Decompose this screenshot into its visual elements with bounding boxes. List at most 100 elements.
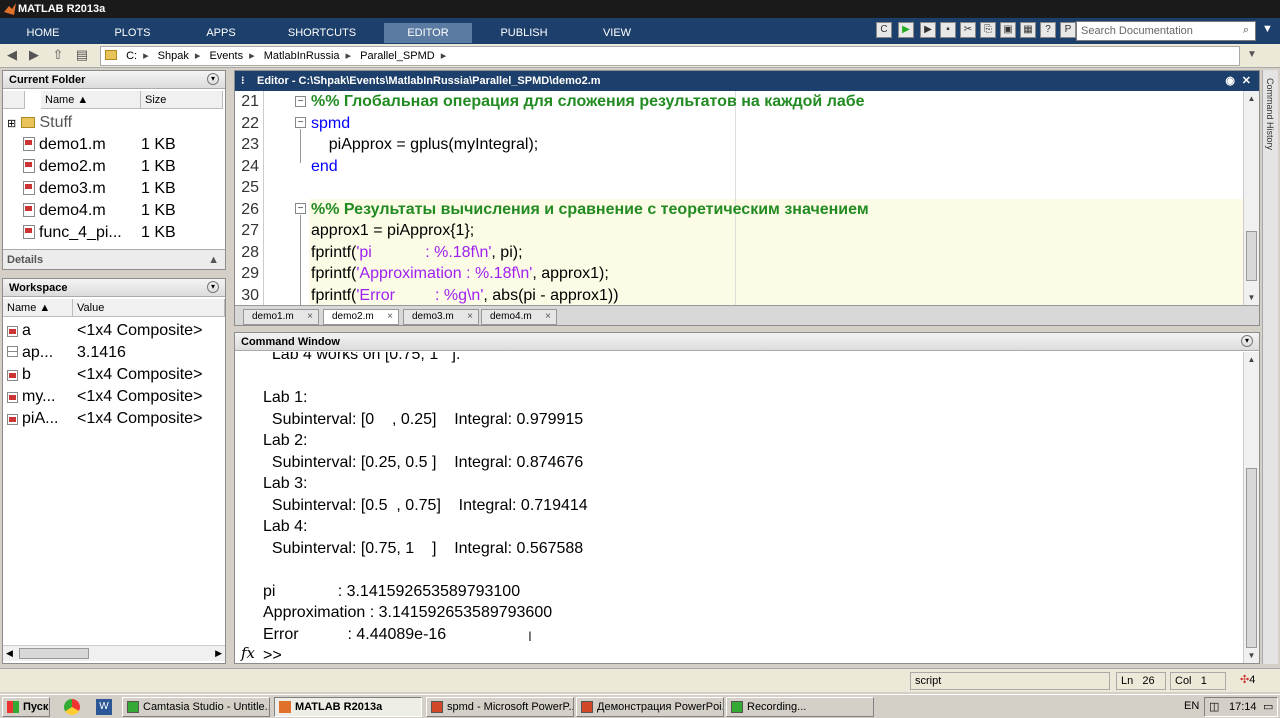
tab-view[interactable]: VIEW xyxy=(576,23,658,43)
command-prompt[interactable]: >> xyxy=(263,645,282,663)
path-seg-parallel[interactable]: Parallel_SPMD xyxy=(360,50,435,62)
paste-icon[interactable]: ▣ xyxy=(1000,22,1016,38)
cut-icon[interactable]: ✂ xyxy=(960,22,976,38)
network-icon[interactable]: ◫ xyxy=(1209,700,1219,713)
close-icon[interactable]: × xyxy=(545,310,551,324)
layout-icon[interactable]: ▦ xyxy=(1020,22,1036,38)
scroll-thumb[interactable] xyxy=(19,648,89,659)
show-desktop-icon[interactable]: ▭ xyxy=(1263,700,1273,713)
language-indicator[interactable]: EN xyxy=(1184,700,1199,712)
chrome-icon[interactable] xyxy=(64,699,80,715)
editor-title-bar: ⁝ Editor - C:\Shpak\Events\MatlabInRussi… xyxy=(235,71,1259,91)
close-icon[interactable]: × xyxy=(307,310,313,324)
run-section-icon[interactable]: ▶ xyxy=(920,22,936,38)
fx-icon[interactable]: fx xyxy=(241,644,255,662)
horizontal-scrollbar[interactable]: ◀ ▶ xyxy=(3,645,225,661)
table-row[interactable]: piA... <1x4 Composite> xyxy=(7,408,202,430)
col-value-header[interactable]: Value xyxy=(73,299,225,317)
list-item[interactable]: demo1.m 1 KB xyxy=(7,134,176,156)
code-line-29: fprintf('Approximation : %.18f\n', appro… xyxy=(311,263,609,285)
copy-icon[interactable]: ⎘ xyxy=(980,22,996,38)
save-icon[interactable]: ▪ xyxy=(940,22,956,38)
taskbar-camtasia[interactable]: Camtasia Studio - Untitle... xyxy=(122,697,270,717)
scroll-down-icon[interactable]: ▼ xyxy=(1246,292,1257,303)
close-icon[interactable]: × xyxy=(467,310,473,324)
close-icon[interactable]: × xyxy=(387,310,393,324)
scroll-thumb[interactable] xyxy=(1246,468,1257,648)
table-row[interactable]: b <1x4 Composite> xyxy=(7,364,202,386)
details-bar[interactable]: Details ▲ xyxy=(3,249,225,269)
code-string: 'Error : %g\n' xyxy=(356,286,484,304)
command-history-strip[interactable]: Command History xyxy=(1262,70,1278,664)
panel-actions-icon[interactable]: ▾ xyxy=(1241,335,1253,347)
list-item[interactable]: demo3.m 1 KB xyxy=(7,178,176,200)
table-row[interactable]: a <1x4 Composite> xyxy=(7,320,202,342)
chevron-up-icon[interactable]: ▲ xyxy=(208,250,219,270)
scroll-up-icon[interactable]: ▲ xyxy=(1246,354,1257,365)
browse-folder-icon[interactable]: ▤ xyxy=(74,47,90,63)
clock[interactable]: 17:14 xyxy=(1229,701,1257,713)
table-row[interactable]: my... <1x4 Composite> xyxy=(7,386,202,408)
panel-actions-icon[interactable]: ▾ xyxy=(207,73,219,85)
start-button[interactable]: Пуск xyxy=(2,697,50,717)
tab-home[interactable]: HOME xyxy=(8,23,78,43)
table-row[interactable]: ap... 3.1416 xyxy=(7,342,126,364)
search-icon[interactable]: ⌕ xyxy=(1243,24,1249,37)
word-icon[interactable]: W xyxy=(96,699,112,715)
path-seg-matlabinrussia[interactable]: MatlabInRussia xyxy=(264,50,340,62)
status-indicator-icon: ✣4 xyxy=(1240,674,1256,686)
col-icon xyxy=(3,91,25,109)
tab-editor[interactable]: EDITOR xyxy=(384,23,472,43)
command-scrollbar[interactable]: ▲ ▼ xyxy=(1243,352,1259,663)
scroll-right-icon[interactable]: ▶ xyxy=(215,648,222,659)
tab-demo4[interactable]: demo4.m × xyxy=(481,309,557,325)
path-seg-drive[interactable]: C: xyxy=(126,50,137,62)
list-item[interactable]: demo4.m 1 KB xyxy=(7,200,176,222)
fold-minus-icon[interactable]: − xyxy=(295,117,306,128)
path-seg-events[interactable]: Events xyxy=(209,50,243,62)
back-icon[interactable]: ◀ xyxy=(4,47,20,63)
help-c-icon[interactable]: C xyxy=(876,22,892,38)
tab-shortcuts[interactable]: SHORTCUTS xyxy=(270,23,374,43)
panel-actions-icon[interactable]: ▾ xyxy=(207,281,219,293)
command-output[interactable]: Lab 4 works on [0.75, 1 ]. Lab 1: Subint… xyxy=(235,352,1243,663)
tab-publish[interactable]: PUBLISH xyxy=(480,23,568,43)
list-item[interactable]: func_4_pi... 1 KB xyxy=(7,222,176,244)
tab-plots[interactable]: PLOTS xyxy=(95,23,170,43)
forward-icon[interactable]: ▶ xyxy=(26,47,42,63)
taskbar-matlab[interactable]: MATLAB R2013a xyxy=(274,697,422,717)
scroll-thumb[interactable] xyxy=(1246,231,1257,281)
scroll-down-icon[interactable]: ▼ xyxy=(1246,650,1257,661)
search-documentation-input[interactable]: Search Documentation ⌕ xyxy=(1076,21,1256,41)
taskbar-powerpoint-spmd[interactable]: spmd - Microsoft PowerP... xyxy=(426,697,574,717)
panel-actions-icon[interactable]: ◉ xyxy=(1225,71,1235,91)
fold-minus-icon[interactable]: − xyxy=(295,203,306,214)
up-folder-icon[interactable]: ⇧ xyxy=(50,47,66,63)
tab-demo3[interactable]: demo3.m × xyxy=(403,309,479,325)
path-seg-shpak[interactable]: Shpak xyxy=(158,50,189,62)
taskbar-powerpoint-demo[interactable]: Демонстрация PowerPoi... xyxy=(576,697,724,717)
col-name-header[interactable]: Name ▲ xyxy=(41,91,141,109)
path-dropdown-icon[interactable]: ▼ xyxy=(1244,47,1260,63)
command-history-label[interactable]: Command History xyxy=(1265,78,1275,150)
list-item[interactable]: demo2.m 1 KB xyxy=(7,156,176,178)
publish-icon[interactable]: P xyxy=(1060,22,1076,38)
col-size-header[interactable]: Size xyxy=(141,91,223,109)
fold-minus-icon[interactable]: − xyxy=(295,96,306,107)
path-field[interactable]: C: ▸ Shpak ▸ Events ▸ MatlabInRussia ▸ Paral… xyxy=(100,46,1240,66)
expand-icon[interactable]: ⊞ xyxy=(7,113,17,135)
list-item[interactable]: ⊞ Stuff xyxy=(7,112,72,134)
taskbar-recording[interactable]: Recording... xyxy=(726,697,874,717)
col-name-header[interactable]: Name ▲ xyxy=(3,299,73,317)
run-icon[interactable]: ▶ xyxy=(898,22,914,38)
scroll-left-icon[interactable]: ◀ xyxy=(6,648,13,659)
tab-demo2[interactable]: demo2.m × xyxy=(323,309,399,325)
scroll-up-icon[interactable]: ▲ xyxy=(1246,93,1257,104)
code-area[interactable]: 21 22 23 24 25 26 27 28 29 30 − − − %% Г… xyxy=(235,91,1243,305)
help-icon[interactable]: ? xyxy=(1040,22,1056,38)
filter-icon[interactable]: ▼ xyxy=(1262,23,1273,35)
editor-scrollbar[interactable]: ▲ ▼ xyxy=(1243,91,1259,305)
tab-demo1[interactable]: demo1.m × xyxy=(243,309,319,325)
tab-apps[interactable]: APPS xyxy=(185,23,257,43)
close-icon[interactable]: ✕ xyxy=(1242,71,1251,91)
